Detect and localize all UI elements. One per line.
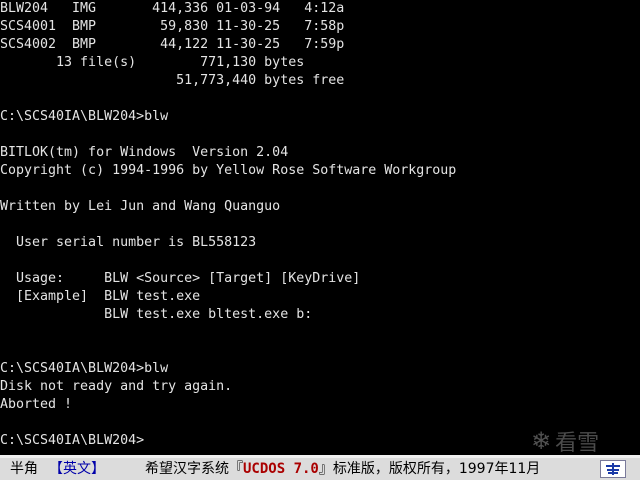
ucdos-banner: 希望汉字系统『UCDOS 7.0』标准版，版权所有，1997年11月 — [145, 458, 540, 480]
dir-entry-blw204: BLW204 IMG 414,336 01-03-94 4:12a — [0, 1, 345, 16]
authors-line: Written by Lei Jun and Wang Quanguo — [0, 199, 281, 214]
usage-line: Usage: BLW <Source> [Target] [KeyDrive] — [0, 271, 361, 286]
copyright-line: Copyright (c) 1994-1996 by Yellow Rose S… — [0, 163, 457, 178]
serial-number-line: User serial number is BL558123 — [0, 235, 257, 250]
dos-terminal[interactable]: BLW204 IMG 414,336 01-03-94 4:12a SCS400… — [0, 0, 640, 456]
current-prompt[interactable]: C:\SCS40IA\BLW204> — [0, 432, 144, 450]
ime-glyph-icon — [606, 463, 620, 475]
example-line-1: [Example] BLW test.exe — [0, 289, 201, 304]
banner-suffix: 』标准版，版权所有，1997年11月 — [318, 461, 541, 477]
kanxue-watermark: ❄ 看雪 — [531, 427, 600, 456]
command-prompt-line: C:\SCS40IA\BLW204>blw — [0, 361, 169, 376]
watermark-text: 看雪 — [555, 431, 600, 456]
example-line-2: BLW test.exe bltest.exe b: — [0, 307, 313, 322]
dir-entry-scs4002: SCS4002 BMP 44,122 11-30-25 7:59p — [0, 37, 345, 52]
banner-brand: UCDOS 7.0 — [243, 461, 319, 477]
dir-summary-files: 13 file(s) 771,130 bytes — [0, 55, 305, 70]
dir-entry-scs4001: SCS4001 BMP 59,830 11-30-25 7:58p — [0, 19, 345, 34]
banner-prefix: 希望汉字系统『 — [145, 461, 243, 477]
error-message: Disk not ready and try again. — [0, 379, 233, 394]
command-prompt-line: C:\SCS40IA\BLW204>blw — [0, 109, 169, 124]
ucdos-status-bar: 半角 【英文】 希望汉字系统『UCDOS 7.0』标准版，版权所有，1997年1… — [0, 458, 640, 480]
snowflake-icon: ❄ — [531, 427, 552, 455]
ime-indicator-icon[interactable] — [600, 460, 626, 478]
program-title: BITLOK(tm) for Windows Version 2.04 — [0, 145, 289, 160]
dir-summary-free: 51,773,440 bytes free — [0, 73, 345, 88]
width-mode-indicator[interactable]: 半角 — [10, 458, 38, 480]
aborted-message: Aborted ! — [0, 397, 73, 412]
input-method-indicator[interactable]: 【英文】 — [49, 458, 105, 480]
